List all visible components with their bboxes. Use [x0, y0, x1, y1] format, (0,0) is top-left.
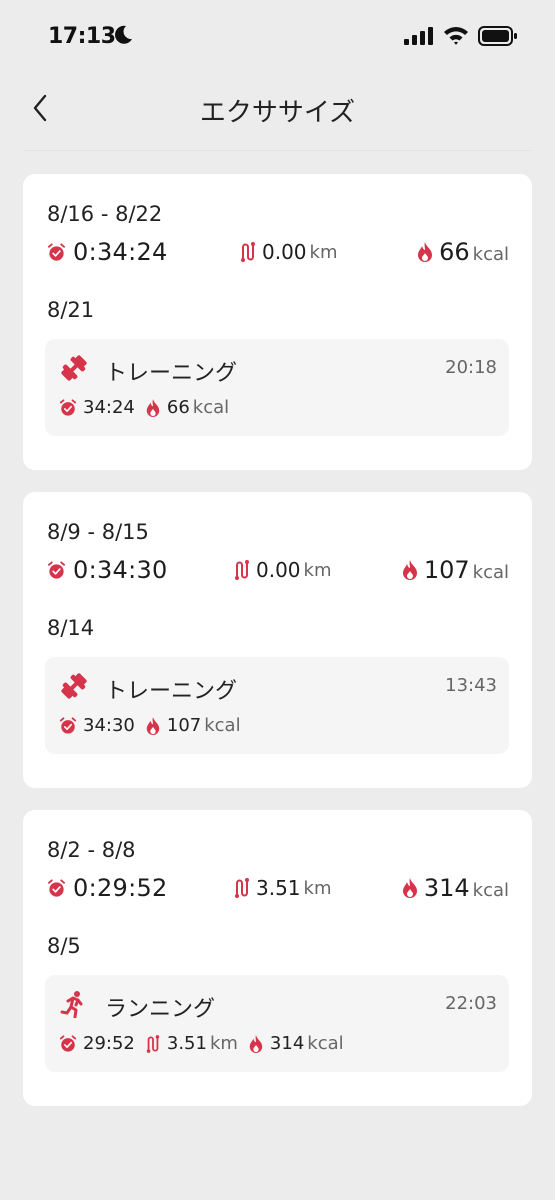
activity-name: トレーニング	[105, 679, 238, 704]
alarm-clock-icon	[47, 242, 66, 261]
total-calories: 66 kcal	[416, 238, 509, 266]
page-title: エクササイズ	[199, 98, 356, 128]
flame-icon	[146, 398, 160, 417]
activity-item[interactable]: トレーニング 13:43 34:30 107 kcal	[45, 657, 509, 754]
total-distance-value: 3.51	[256, 876, 301, 900]
route-icon	[146, 1034, 160, 1053]
flame-icon	[402, 560, 417, 580]
week-card: 8/16 - 8/22 0:34:24 0.00 km 66 kcal 8/21…	[23, 174, 532, 470]
nav-bar: エクササイズ	[0, 72, 555, 144]
total-duration-value: 0:34:24	[73, 238, 168, 266]
total-distance: 0.00 km	[239, 240, 338, 264]
total-duration: 0:34:30	[47, 556, 168, 584]
activity-time: 20:18	[445, 357, 497, 378]
activity-stats: 34:24 66 kcal	[59, 397, 239, 418]
distance-unit: km	[303, 559, 332, 581]
week-range: 8/16 - 8/22	[47, 202, 163, 226]
route-icon	[235, 878, 249, 898]
day-label: 8/21	[47, 298, 95, 322]
alarm-clock-icon	[47, 560, 66, 579]
total-duration-value: 0:29:52	[73, 874, 168, 902]
alarm-clock-icon	[59, 716, 77, 734]
distance-unit: km	[309, 241, 338, 263]
flame-icon	[146, 716, 160, 735]
activity-item[interactable]: トレーニング 20:18 34:24 66 kcal	[45, 339, 509, 436]
day-label: 8/14	[47, 616, 95, 640]
back-button[interactable]	[22, 88, 58, 128]
activity-duration: 29:52	[83, 1033, 135, 1054]
alarm-clock-icon	[59, 398, 77, 416]
moon-icon	[115, 25, 132, 44]
distance-unit: km	[303, 877, 332, 899]
chevron-left-icon	[33, 94, 47, 122]
dumbbell-icon	[61, 673, 87, 699]
calories-unit: kcal	[192, 397, 230, 418]
calories-unit: kcal	[472, 880, 509, 901]
total-calories: 107 kcal	[401, 556, 509, 584]
status-time: 17:13	[48, 24, 116, 49]
activity-calories: 66	[166, 397, 190, 418]
total-distance: 3.51 km	[233, 876, 332, 900]
activity-stats: 29:52 3.51 km 314 kcal	[59, 1033, 354, 1054]
activity-item[interactable]: ランニング 22:03 29:52 3.51 km 314 kcal	[45, 975, 509, 1072]
total-distance-value: 0.00	[256, 558, 301, 582]
battery-icon	[478, 26, 517, 46]
activity-calories: 107	[166, 715, 202, 736]
total-distance: 0.00 km	[233, 558, 332, 582]
route-icon	[241, 242, 255, 262]
dumbbell-icon	[61, 355, 87, 381]
activity-duration: 34:30	[83, 715, 135, 736]
total-calories-value: 107	[423, 556, 470, 584]
week-range: 8/2 - 8/8	[47, 838, 136, 862]
total-duration: 0:34:24	[47, 238, 168, 266]
wifi-icon	[444, 27, 468, 45]
status-bar: 17:13	[0, 0, 555, 72]
activity-stats: 34:30 107 kcal	[59, 715, 251, 736]
calories-unit: kcal	[204, 715, 241, 736]
total-distance-value: 0.00	[262, 240, 307, 264]
calories-unit: kcal	[307, 1033, 344, 1054]
total-duration-value: 0:34:30	[73, 556, 168, 584]
week-summary: 0:34:30 0.00 km 107 kcal	[47, 556, 509, 590]
activity-name: ランニング	[105, 997, 216, 1022]
total-calories-value: 66	[439, 238, 470, 266]
week-card: 8/9 - 8/15 0:34:30 0.00 km 107 kcal 8/14…	[23, 492, 532, 788]
week-card: 8/2 - 8/8 0:29:52 3.51 km 314 kcal 8/5 ラ…	[23, 810, 532, 1106]
activity-time: 13:43	[445, 675, 497, 696]
alarm-clock-icon	[47, 878, 66, 897]
flame-icon	[418, 242, 433, 262]
calories-unit: kcal	[472, 562, 509, 583]
route-icon	[235, 560, 249, 580]
activity-duration: 34:24	[83, 397, 135, 418]
alarm-clock-icon	[59, 1034, 77, 1052]
header-divider	[24, 150, 531, 151]
total-calories-value: 314	[423, 874, 470, 902]
activity-name: トレーニング	[105, 361, 238, 386]
total-calories: 314 kcal	[401, 874, 509, 902]
signal-icon	[404, 27, 433, 45]
flame-icon	[402, 878, 417, 898]
flame-icon	[249, 1034, 263, 1053]
total-duration: 0:29:52	[47, 874, 168, 902]
running-icon	[60, 991, 83, 1018]
activity-distance: 3.51	[166, 1033, 207, 1054]
week-range: 8/9 - 8/15	[47, 520, 149, 544]
activity-time: 22:03	[445, 993, 497, 1014]
distance-unit: km	[209, 1033, 238, 1054]
week-summary: 0:29:52 3.51 km 314 kcal	[47, 874, 509, 908]
calories-unit: kcal	[472, 244, 509, 265]
week-summary: 0:34:24 0.00 km 66 kcal	[47, 238, 509, 272]
activity-calories: 314	[269, 1033, 305, 1054]
day-label: 8/5	[47, 934, 81, 958]
